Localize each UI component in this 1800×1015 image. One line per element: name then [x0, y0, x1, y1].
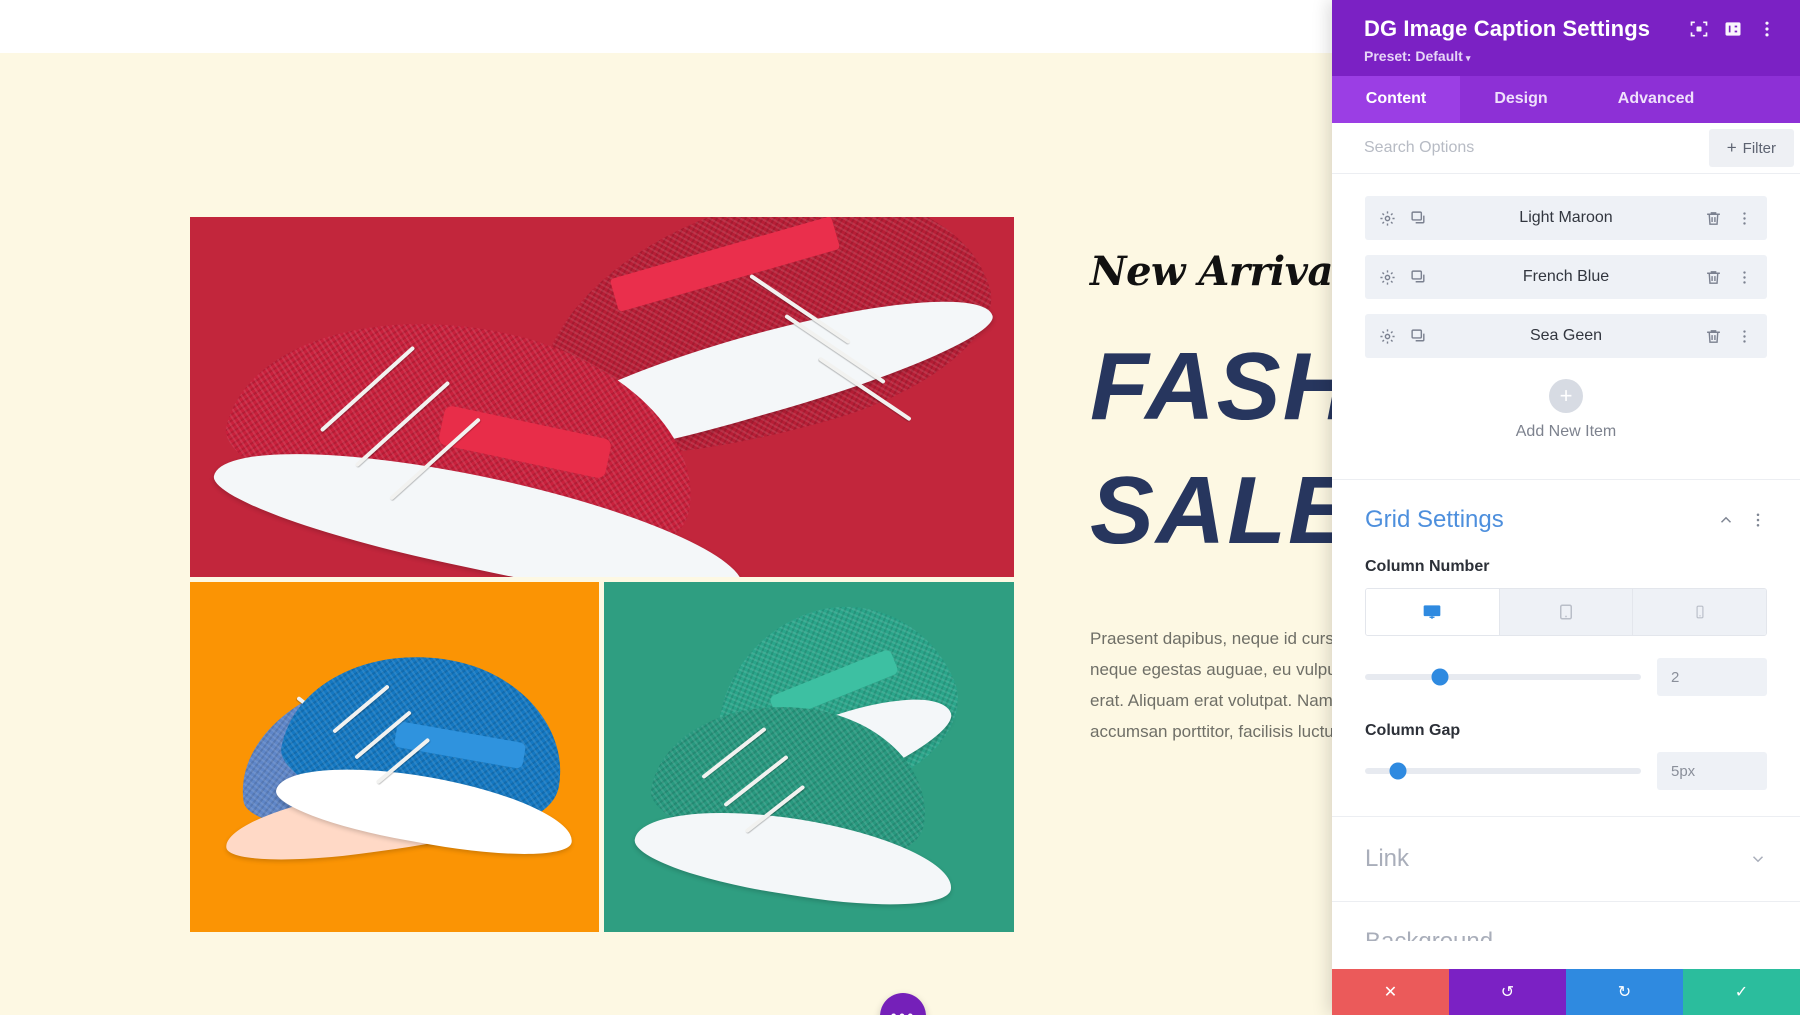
hero-section: New Arrivals FASHION SALE Praesent dapib… — [0, 53, 1332, 1015]
gear-icon[interactable] — [1379, 328, 1396, 345]
more-vertical-icon[interactable] — [1736, 210, 1753, 227]
list-item-label: Sea Geen — [1529, 327, 1603, 344]
layout-panel-icon[interactable] — [1718, 14, 1748, 44]
background-section-header[interactable]: Background — [1332, 901, 1800, 941]
gear-icon[interactable] — [1379, 210, 1396, 227]
redo-button[interactable]: ↻ — [1566, 969, 1683, 1015]
gear-icon[interactable] — [1379, 269, 1396, 286]
panel-scroll-area[interactable]: Light Maroon French Blue Sea Geen + Add … — [1332, 174, 1800, 969]
add-new-item-label: Add New Item — [1515, 423, 1617, 440]
phone-icon[interactable] — [1633, 589, 1766, 635]
panel-preset[interactable]: Preset: Default ▾ — [1364, 48, 1782, 64]
slider-knob[interactable] — [1431, 668, 1449, 686]
trash-icon[interactable] — [1705, 269, 1722, 286]
undo-button[interactable]: ↺ — [1449, 969, 1566, 1015]
image-gallery — [190, 217, 1014, 932]
duplicate-icon[interactable] — [1410, 328, 1427, 345]
grid-settings-section: Grid Settings Column Number 2 Column Gap… — [1332, 480, 1800, 790]
tab-design[interactable]: Design — [1460, 76, 1582, 123]
focus-target-icon[interactable] — [1684, 14, 1714, 44]
column-number-value[interactable]: 2 — [1657, 658, 1767, 696]
column-number-device-toggle — [1365, 588, 1767, 636]
chevron-down-icon[interactable] — [1749, 850, 1767, 868]
column-gap-slider-row: 5px — [1365, 752, 1767, 790]
column-number-label: Column Number — [1365, 558, 1490, 575]
desktop-icon[interactable] — [1366, 589, 1500, 635]
save-button[interactable]: ✓ — [1683, 969, 1800, 1015]
close-button[interactable]: ✕ — [1332, 969, 1449, 1015]
duplicate-icon[interactable] — [1410, 210, 1427, 227]
link-section-title: Link — [1365, 845, 1410, 872]
gallery-image-teal-shoes[interactable] — [604, 582, 1014, 932]
panel-title: DG Image Caption Settings — [1364, 16, 1651, 41]
search-bar: + Filter — [1332, 123, 1800, 174]
page-canvas: New Arrivals FASHION SALE Praesent dapib… — [0, 0, 1332, 1015]
grid-settings-title: Grid Settings — [1365, 506, 1504, 533]
hero-headline-line2: SALE — [1090, 457, 1332, 564]
more-vertical-icon[interactable] — [1736, 328, 1753, 345]
list-item-label: Light Maroon — [1519, 209, 1613, 226]
plus-icon: + — [1549, 379, 1583, 413]
column-gap-slider[interactable] — [1365, 762, 1641, 780]
list-item[interactable]: Sea Geen — [1365, 314, 1767, 358]
panel-footer: ✕ ↺ ↻ ✓ — [1332, 969, 1800, 1015]
panel-tabs: Content Design Advanced — [1332, 76, 1800, 123]
list-item[interactable]: French Blue — [1365, 255, 1767, 299]
column-number-slider-row: 2 — [1365, 658, 1767, 696]
filter-label: Filter — [1742, 139, 1776, 157]
gallery-image-blue-shoes[interactable] — [190, 582, 599, 932]
hero-body-text: Praesent dapibus, neque id cursus faucib… — [1090, 629, 1332, 741]
hero-copy: New Arrivals FASHION SALE Praesent dapib… — [1090, 248, 1332, 747]
items-list: Light Maroon French Blue Sea Geen + Add … — [1332, 174, 1800, 479]
column-gap-label: Column Gap — [1365, 722, 1461, 739]
tablet-icon[interactable] — [1499, 589, 1634, 635]
preset-label: Preset: Default — [1364, 48, 1463, 64]
search-input[interactable] — [1332, 123, 1709, 173]
plus-icon: + — [1726, 138, 1737, 157]
column-gap-value[interactable]: 5px — [1657, 752, 1767, 790]
screen-root: New Arrivals FASHION SALE Praesent dapib… — [0, 0, 1800, 1015]
hero-eyebrow: New Arrivals — [1090, 248, 1332, 295]
link-section-header[interactable]: Link — [1332, 816, 1800, 901]
more-vertical-icon[interactable] — [1752, 14, 1782, 44]
tab-content[interactable]: Content — [1332, 76, 1460, 123]
more-vertical-icon[interactable] — [1749, 511, 1767, 529]
slider-knob[interactable] — [1389, 762, 1407, 780]
add-new-item-button[interactable]: + Add New Item — [1365, 373, 1767, 471]
trash-icon[interactable] — [1705, 210, 1722, 227]
list-item-label: French Blue — [1522, 268, 1610, 285]
gallery-image-red-shoes[interactable] — [190, 217, 1014, 577]
floating-options-button[interactable]: ••• — [880, 993, 926, 1015]
list-item[interactable]: Light Maroon — [1365, 196, 1767, 240]
preset-caret-icon: ▾ — [1465, 53, 1471, 63]
settings-panel: DG Image Caption Settings Preset: Defaul… — [1332, 0, 1800, 1015]
hero-headline-line1: FASHION — [1090, 333, 1332, 440]
filter-button[interactable]: + Filter — [1708, 129, 1794, 167]
tab-advanced[interactable]: Advanced — [1582, 76, 1730, 123]
panel-header: DG Image Caption Settings Preset: Defaul… — [1332, 0, 1800, 76]
duplicate-icon[interactable] — [1410, 269, 1427, 286]
trash-icon[interactable] — [1705, 328, 1722, 345]
more-vertical-icon[interactable] — [1736, 269, 1753, 286]
column-number-slider[interactable] — [1365, 668, 1641, 686]
chevron-up-icon[interactable] — [1717, 511, 1735, 529]
